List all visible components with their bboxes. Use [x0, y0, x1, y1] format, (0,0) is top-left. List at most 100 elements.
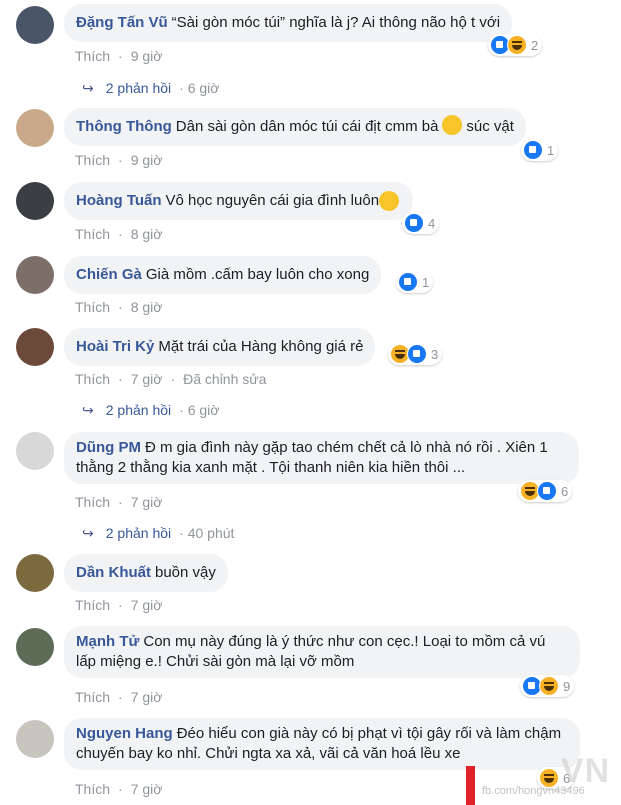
reaction-summary[interactable]: 9	[520, 675, 575, 697]
replies-link[interactable]: ↪ 2 phản hồi · 6 giờ	[82, 402, 219, 419]
comment-meta: Thích · 8 giờ	[75, 299, 163, 315]
comment-bubble: Thông Thông Dân sài gòn dân móc túi cái đ…	[64, 108, 526, 146]
replies-count[interactable]: 2 phản hồi	[106, 525, 171, 541]
comment-meta: Thích · 7 giờ	[75, 689, 163, 705]
reaction-count: 3	[431, 346, 439, 362]
like-link[interactable]: Thích	[75, 226, 110, 242]
comment-text: Đ m gia đình này gặp tao chém chết cả lò…	[76, 439, 548, 476]
avatar[interactable]	[16, 6, 54, 44]
reaction-summary[interactable]: 1	[396, 271, 434, 293]
replies-count[interactable]: 2 phản hồi	[106, 80, 171, 96]
pacman-emoji-icon	[379, 191, 400, 211]
avatar[interactable]	[16, 182, 54, 220]
replies-link[interactable]: ↪ 2 phản hồi · 40 phút	[82, 525, 234, 542]
comment-meta: Thích · 7 giờ	[75, 781, 163, 797]
reaction-count: 9	[563, 678, 571, 694]
comment-text: Con mụ này đúng là ý thức như con cẹc.! …	[76, 633, 546, 670]
like-link[interactable]: Thích	[75, 781, 110, 797]
comment-meta: Thích · 7 giờ	[75, 597, 163, 613]
comment-text: Mặt trái của Hàng không giá rẻ	[158, 338, 364, 355]
comment-author[interactable]: Hoàng Tuấn	[76, 192, 162, 209]
avatar[interactable]	[16, 720, 54, 758]
comment-bubble: Hoàng Tuấn Vô học nguyên cái gia đình luô…	[64, 182, 414, 220]
comment-bubble: Mạnh Tử Con mụ này đúng là ý thức như con…	[64, 626, 580, 678]
comment-time[interactable]: 7 giờ	[131, 371, 163, 387]
reaction-summary[interactable]: 2	[488, 34, 543, 56]
reply-arrow-icon: ↪	[82, 402, 94, 418]
reaction-summary[interactable]: 1	[521, 139, 559, 161]
replies-time: 40 phút	[187, 525, 235, 541]
comment-author[interactable]: Thông Thông	[76, 118, 172, 135]
reaction-count: 1	[547, 142, 555, 158]
comment-bubble: Hoài Tri Kỷ Mặt trái của Hàng không giá r…	[64, 328, 376, 366]
comment-time[interactable]: 7 giờ	[131, 597, 163, 613]
like-link[interactable]: Thích	[75, 689, 110, 705]
comment-author[interactable]: Dũng PM	[76, 439, 141, 456]
avatar[interactable]	[16, 328, 54, 366]
comment-meta: Thích · 9 giờ	[75, 152, 163, 168]
like-link[interactable]: Thích	[75, 48, 110, 64]
comment-text: Dân sài gòn dân móc túi cái địt cmm bà	[175, 118, 439, 135]
like-icon	[523, 140, 543, 160]
comment-text: “Sài gòn móc túi” nghĩa là j? Ai thông n…	[171, 14, 501, 31]
avatar[interactable]	[16, 109, 54, 147]
comment-time[interactable]: 8 giờ	[131, 299, 163, 315]
reaction-summary[interactable]: 6	[518, 480, 573, 502]
avatar[interactable]	[16, 554, 54, 592]
replies-time: 6 giờ	[187, 80, 220, 96]
comment-time[interactable]: 7 giờ	[131, 494, 163, 510]
comment-author[interactable]: Chiến Gà	[76, 266, 142, 283]
reaction-count: 2	[531, 37, 539, 53]
like-link[interactable]: Thích	[75, 299, 110, 315]
comment-author[interactable]: Nguyen Hang	[76, 725, 173, 742]
reply-arrow-icon: ↪	[82, 80, 94, 96]
comment-text-end: súc vật	[466, 118, 514, 135]
like-icon	[398, 272, 418, 292]
comment-author[interactable]: Dần Khuất	[76, 564, 151, 581]
comment-bubble: Chiến Gà Già mồm .cấm bay luôn cho xong	[64, 256, 382, 294]
reaction-count: 6	[561, 483, 569, 499]
comment-bubble: Dũng PM Đ m gia đình này gặp tao chém chế…	[64, 432, 579, 484]
comment-meta: Thích · 7 giờ · Đã chỉnh sửa	[75, 371, 267, 387]
comment-author[interactable]: Mạnh Tử	[76, 633, 139, 650]
reaction-summary[interactable]: 3	[388, 343, 443, 365]
avatar[interactable]	[16, 256, 54, 294]
comment-time[interactable]: 8 giờ	[131, 226, 163, 242]
reply-arrow-icon: ↪	[82, 525, 94, 541]
like-icon	[407, 344, 427, 364]
comment-time[interactable]: 7 giờ	[131, 689, 163, 705]
comment-time[interactable]: 9 giờ	[131, 48, 163, 64]
reaction-count: 4	[428, 215, 436, 231]
replies-link[interactable]: ↪ 2 phản hồi · 6 giờ	[82, 80, 219, 97]
watermark: VN fb.com/hongvn43496	[466, 752, 621, 805]
comment-meta: Thích · 8 giờ	[75, 226, 163, 242]
comment-meta: Thích · 7 giờ	[75, 494, 163, 510]
comment-bubble: Đặng Tấn Vũ “Sài gòn móc túi” nghĩa là j?…	[64, 4, 513, 42]
watermark-url: fb.com/hongvn43496	[482, 785, 585, 797]
reaction-count: 1	[422, 274, 430, 290]
comment-author[interactable]: Đặng Tấn Vũ	[76, 14, 168, 31]
haha-icon	[507, 35, 527, 55]
replies-count[interactable]: 2 phản hồi	[106, 402, 171, 418]
like-link[interactable]: Thích	[75, 597, 110, 613]
comment-time[interactable]: 9 giờ	[131, 152, 163, 168]
comment-text: buồn vậy	[155, 564, 216, 581]
like-link[interactable]: Thích	[75, 371, 110, 387]
reaction-summary[interactable]: 4	[402, 212, 440, 234]
comment-bubble: Dần Khuất buồn vậy	[64, 554, 228, 592]
edited-label[interactable]: Đã chỉnh sửa	[183, 371, 266, 387]
watermark-bar	[466, 766, 475, 805]
like-icon	[537, 481, 557, 501]
like-icon	[404, 213, 424, 233]
comment-time[interactable]: 7 giờ	[131, 781, 163, 797]
like-link[interactable]: Thích	[75, 152, 110, 168]
avatar[interactable]	[16, 628, 54, 666]
haha-icon	[539, 676, 559, 696]
comment-text: Già mồm .cấm bay luôn cho xong	[145, 266, 370, 283]
comment-author[interactable]: Hoài Tri Kỷ	[76, 338, 154, 355]
avatar[interactable]	[16, 432, 54, 470]
replies-time: 6 giờ	[187, 402, 220, 418]
comment-text: Vô học nguyên cái gia đình luôn	[165, 192, 380, 209]
comment-meta: Thích · 9 giờ	[75, 48, 163, 64]
like-link[interactable]: Thích	[75, 494, 110, 510]
